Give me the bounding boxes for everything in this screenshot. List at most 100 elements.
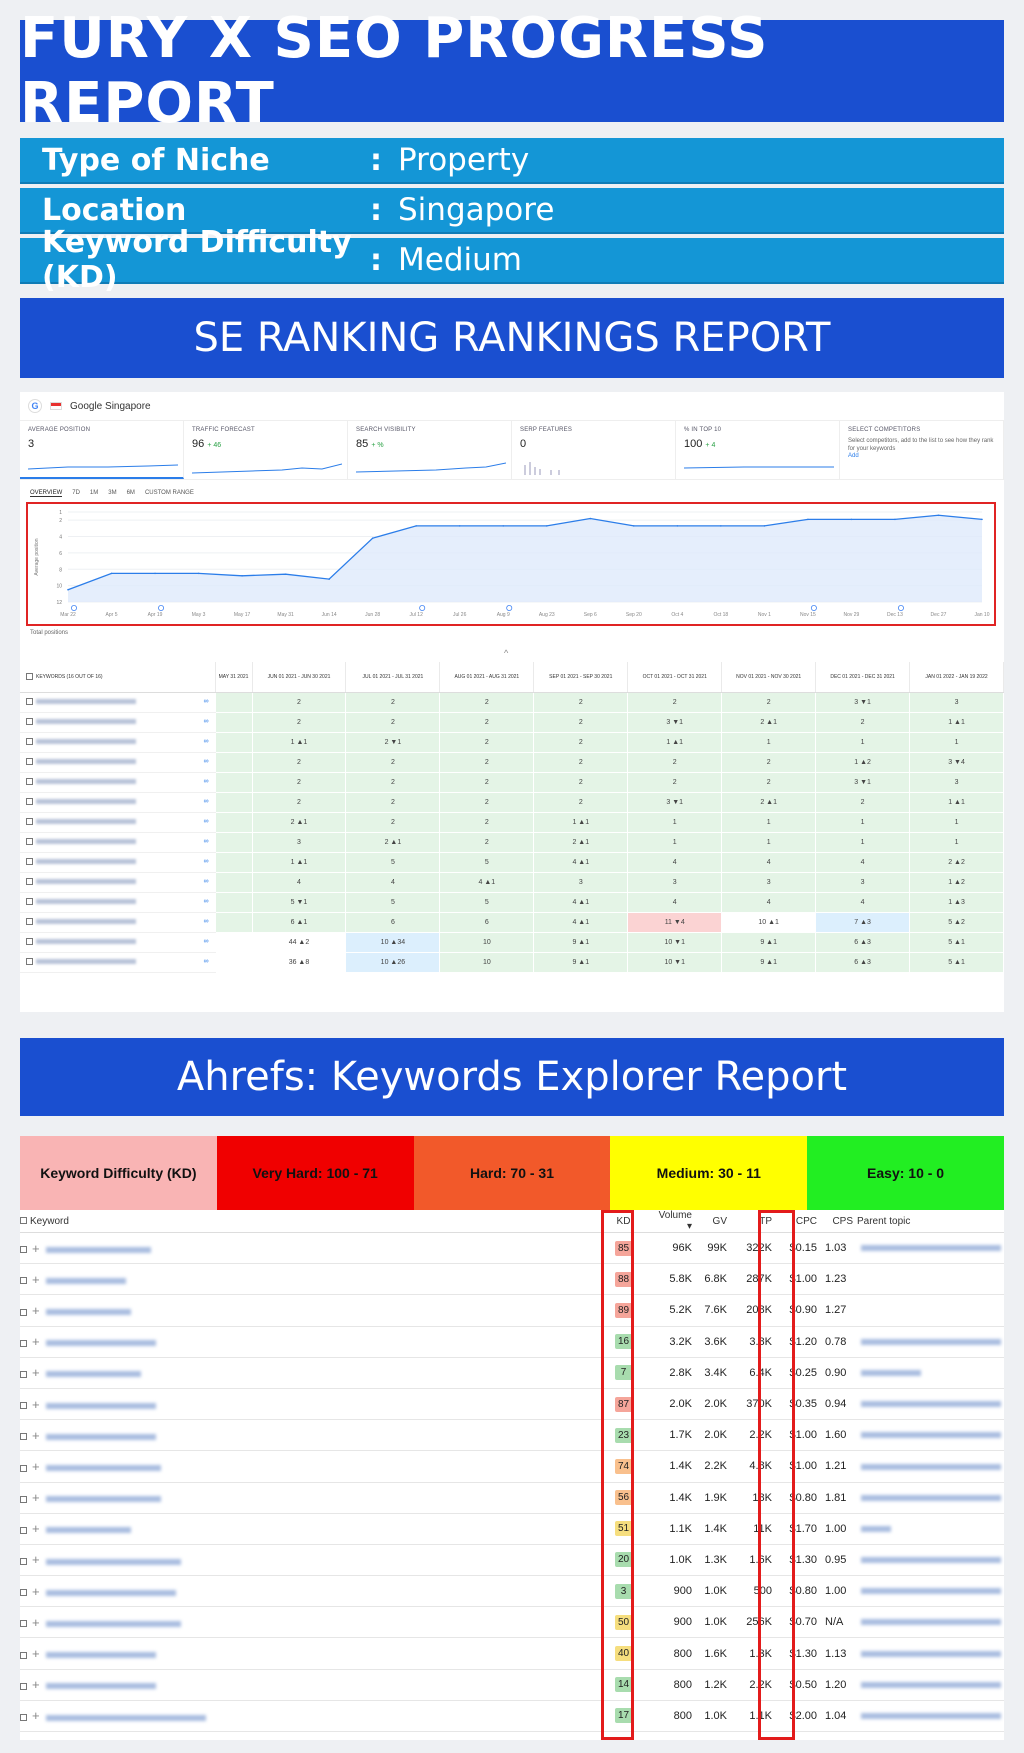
keyword-cell[interactable]: + xyxy=(20,1669,600,1701)
keyword-cell[interactable]: + xyxy=(20,1388,600,1421)
keyword-cell[interactable]: + xyxy=(20,1326,600,1358)
metric-search-visibility[interactable]: SEARCH VISIBILITY 85 + % xyxy=(348,421,512,479)
parent-topic-cell[interactable] xyxy=(857,1357,1004,1389)
row-checkbox[interactable] xyxy=(20,1526,27,1534)
parent-topic-cell[interactable] xyxy=(857,1450,1004,1483)
date-column-header[interactable]: JUL 01 2021 - JUL 31 2021 xyxy=(345,662,441,693)
add-keyword-icon[interactable]: + xyxy=(32,1272,40,1287)
row-checkbox[interactable] xyxy=(26,938,33,946)
add-keyword-icon[interactable]: + xyxy=(32,1677,40,1692)
add-keyword-icon[interactable]: + xyxy=(32,1459,40,1474)
keyword-cell[interactable]: ∞ xyxy=(20,812,216,833)
date-column-header[interactable]: SEP 01 2021 - SEP 30 2021 xyxy=(533,662,629,693)
add-competitor-link[interactable]: Add xyxy=(848,453,995,459)
add-keyword-icon[interactable]: + xyxy=(32,1365,40,1380)
row-checkbox[interactable] xyxy=(20,1558,27,1566)
keyword-cell[interactable]: ∞ xyxy=(20,772,216,793)
row-checkbox[interactable] xyxy=(26,798,33,806)
add-keyword-icon[interactable]: + xyxy=(32,1584,40,1599)
keyword-cell[interactable]: ∞ xyxy=(20,832,216,853)
row-checkbox[interactable] xyxy=(20,1495,27,1503)
parent-topic-cell[interactable] xyxy=(857,1637,1004,1670)
add-keyword-icon[interactable]: + xyxy=(32,1241,40,1256)
metric-in-top-10[interactable]: % IN TOP 10 100 + 4 xyxy=(676,421,840,479)
select-all-checkbox[interactable] xyxy=(26,673,33,681)
parent-topic-cell[interactable] xyxy=(857,1482,1004,1514)
metric-traffic-forecast[interactable]: TRAFFIC FORECAST 96 + 46 xyxy=(184,421,348,479)
keyword-cell[interactable]: ∞ xyxy=(20,752,216,773)
date-column-header[interactable]: OCT 01 2021 - OCT 31 2021 xyxy=(627,662,723,693)
row-checkbox[interactable] xyxy=(20,1620,27,1628)
keyword-cell[interactable]: ∞ xyxy=(20,852,216,873)
keyword-cell[interactable]: + xyxy=(20,1294,600,1327)
keyword-cell[interactable]: ∞ xyxy=(20,932,216,953)
keyword-cell[interactable]: ∞ xyxy=(20,692,216,713)
keyword-cell[interactable]: ∞ xyxy=(20,872,216,893)
link-icon[interactable]: ∞ xyxy=(204,938,209,945)
metric-serp-features[interactable]: SERP FEATURES 0 xyxy=(512,421,676,479)
link-icon[interactable]: ∞ xyxy=(204,798,209,805)
parent-topic-cell[interactable] xyxy=(857,1326,1004,1358)
row-checkbox[interactable] xyxy=(26,898,33,906)
row-checkbox[interactable] xyxy=(20,1370,27,1378)
row-checkbox[interactable] xyxy=(26,818,33,826)
row-checkbox[interactable] xyxy=(20,1589,27,1597)
row-checkbox[interactable] xyxy=(20,1402,27,1410)
parent-topic-cell[interactable] xyxy=(857,1294,1004,1327)
keyword-cell[interactable]: + xyxy=(20,1513,600,1545)
gv-column-header[interactable]: GV xyxy=(696,1210,731,1233)
row-checkbox[interactable] xyxy=(20,1682,27,1690)
link-icon[interactable]: ∞ xyxy=(204,878,209,885)
keyword-cell[interactable]: + xyxy=(20,1419,600,1452)
link-icon[interactable]: ∞ xyxy=(204,698,209,705)
add-keyword-icon[interactable]: + xyxy=(32,1552,40,1567)
keyword-cell[interactable]: + xyxy=(20,1482,600,1514)
add-keyword-icon[interactable]: + xyxy=(32,1708,40,1723)
date-column-header[interactable]: MAY 31 2021 xyxy=(215,662,253,693)
link-icon[interactable]: ∞ xyxy=(204,738,209,745)
date-column-header[interactable]: JUN 01 2021 - JUN 30 2021 xyxy=(252,662,347,693)
add-keyword-icon[interactable]: + xyxy=(32,1646,40,1661)
row-checkbox[interactable] xyxy=(26,838,33,846)
row-checkbox[interactable] xyxy=(26,778,33,786)
keyword-column-header[interactable]: Keyword xyxy=(20,1210,600,1233)
tab-overview[interactable]: OVERVIEW xyxy=(30,490,63,497)
link-icon[interactable]: ∞ xyxy=(204,898,209,905)
add-keyword-icon[interactable]: + xyxy=(32,1334,40,1349)
add-keyword-icon[interactable]: + xyxy=(32,1615,40,1630)
parent-topic-cell[interactable] xyxy=(857,1388,1004,1421)
parent-topic-cell[interactable] xyxy=(857,1606,1004,1639)
row-checkbox[interactable] xyxy=(26,858,33,866)
tab-6m[interactable]: 6M xyxy=(127,490,135,496)
collapse-caret-icon[interactable]: ^ xyxy=(504,648,508,658)
keyword-cell[interactable]: ∞ xyxy=(20,952,216,973)
link-icon[interactable]: ∞ xyxy=(204,918,209,925)
row-checkbox[interactable] xyxy=(26,698,33,706)
date-column-header[interactable]: DEC 01 2021 - DEC 31 2021 xyxy=(815,662,911,693)
keyword-cell[interactable]: ∞ xyxy=(20,912,216,933)
add-keyword-icon[interactable]: + xyxy=(32,1303,40,1318)
row-checkbox[interactable] xyxy=(20,1464,27,1472)
add-keyword-icon[interactable]: + xyxy=(32,1397,40,1412)
keyword-cell[interactable]: ∞ xyxy=(20,792,216,813)
tab-7d[interactable]: 7D xyxy=(72,490,80,496)
parent-topic-cell[interactable] xyxy=(857,1513,1004,1545)
parent-topic-cell[interactable] xyxy=(857,1263,1004,1296)
row-checkbox[interactable] xyxy=(20,1277,27,1285)
parent-topic-cell[interactable] xyxy=(857,1232,1004,1265)
keyword-cell[interactable]: + xyxy=(20,1232,600,1265)
parent-topic-cell[interactable] xyxy=(857,1669,1004,1701)
keywords-column-header[interactable]: KEYWORDS (16 OUT OF 16) xyxy=(20,662,216,693)
row-checkbox[interactable] xyxy=(20,1246,27,1254)
row-checkbox[interactable] xyxy=(26,918,33,926)
keyword-cell[interactable]: + xyxy=(20,1575,600,1608)
row-checkbox[interactable] xyxy=(20,1714,27,1721)
link-icon[interactable]: ∞ xyxy=(204,858,209,865)
row-checkbox[interactable] xyxy=(26,718,33,726)
parent-topic-cell[interactable] xyxy=(857,1544,1004,1577)
row-checkbox[interactable] xyxy=(26,738,33,746)
date-column-header[interactable]: NOV 01 2021 - NOV 30 2021 xyxy=(721,662,817,693)
row-checkbox[interactable] xyxy=(26,758,33,766)
keyword-cell[interactable]: + xyxy=(20,1544,600,1577)
link-icon[interactable]: ∞ xyxy=(204,758,209,765)
